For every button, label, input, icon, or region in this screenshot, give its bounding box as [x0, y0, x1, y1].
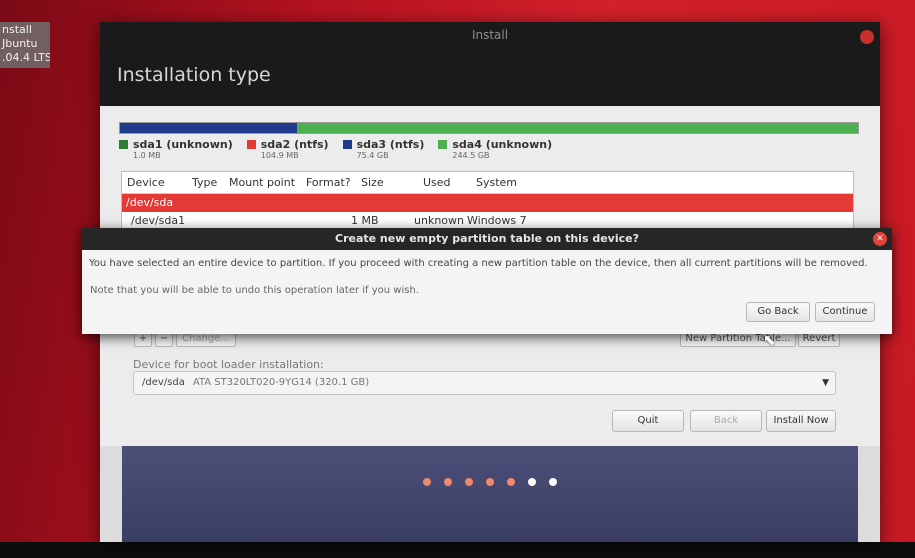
- column-header[interactable]: Format?: [301, 176, 356, 189]
- dialog-title: Create new empty partition table on this…: [335, 232, 639, 245]
- progress-footer: [122, 446, 858, 542]
- column-header[interactable]: System: [471, 176, 551, 189]
- column-header[interactable]: Mount point: [224, 176, 301, 189]
- column-header[interactable]: Size: [356, 176, 418, 189]
- dialog-message: You have selected an entire device to pa…: [89, 258, 868, 269]
- cell-device: /dev/sda1: [131, 214, 186, 227]
- partition-legend: sda1 (unknown) 1.0 MB sda2 (ntfs) 104.9 …: [119, 138, 552, 166]
- usage-segment-sda4: [297, 123, 858, 133]
- legend-swatch: [342, 140, 352, 149]
- window-title: Install: [471, 28, 509, 42]
- legend-name: sda1 (unknown): [133, 138, 233, 151]
- chevron-down-icon: ▼: [822, 378, 829, 388]
- column-header[interactable]: Type: [187, 176, 224, 189]
- legend-size: 244.5 GB: [452, 151, 490, 160]
- table-row[interactable]: /dev/sda1 1 MB unknown Windows 7: [122, 212, 853, 228]
- disk-usage-bar: [119, 122, 859, 134]
- progress-dot: [507, 478, 515, 486]
- legend-item: sda3 (ntfs) 75.4 GB: [342, 138, 425, 166]
- install-now-button[interactable]: Install Now: [766, 410, 836, 432]
- usage-segment-sda3: [120, 123, 298, 133]
- legend-item: sda4 (unknown) 244.5 GB: [438, 138, 552, 166]
- desktop-icon-label-line: Jbuntu: [2, 37, 38, 50]
- legend-swatch: [246, 140, 256, 149]
- progress-dot: [528, 478, 536, 486]
- boot-device-path: /dev/sda: [142, 377, 185, 388]
- desktop-bottom-bar: [0, 542, 915, 558]
- continue-button[interactable]: Continue: [815, 302, 875, 322]
- table-row-selected[interactable]: /dev/sda: [122, 194, 853, 212]
- go-back-button[interactable]: Go Back: [746, 302, 810, 322]
- window-close-icon[interactable]: [860, 30, 874, 44]
- install-ubuntu-desktop-icon[interactable]: nstall Jbuntu .04.4 LTS: [0, 22, 50, 68]
- legend-name: sda2 (ntfs): [260, 138, 329, 151]
- partition-table: Device Type Mount point Format? Size Use…: [121, 171, 854, 229]
- table-header: Device Type Mount point Format? Size Use…: [122, 172, 853, 194]
- dialog-close-icon[interactable]: ✕: [873, 232, 887, 246]
- legend-size: 75.4 GB: [356, 151, 389, 160]
- confirm-partition-table-dialog: Create new empty partition table on this…: [82, 228, 892, 334]
- legend-swatch: [119, 140, 128, 149]
- legend-size: 104.9 MB: [260, 151, 299, 160]
- dialog-note: Note that you will be able to undo this …: [90, 285, 419, 296]
- legend-swatch: [438, 140, 448, 149]
- boot-loader-select[interactable]: /dev/sda ATA ST320LT020-9YG14 (320.1 GB) …: [133, 371, 836, 395]
- desktop-icon-label-line: nstall: [2, 23, 32, 36]
- mouse-cursor-icon: ⬉: [763, 331, 776, 349]
- quit-button[interactable]: Quit: [612, 410, 684, 432]
- cell-system: Windows 7: [467, 214, 527, 227]
- progress-dot: [465, 478, 473, 486]
- cell-used: unknown: [414, 214, 464, 227]
- column-header[interactable]: Used: [418, 176, 471, 189]
- progress-dots: [122, 478, 858, 486]
- boot-loader-label: Device for boot loader installation:: [133, 358, 324, 371]
- column-header[interactable]: Device: [122, 176, 187, 189]
- back-button[interactable]: Back: [690, 410, 762, 432]
- dialog-header: Create new empty partition table on this…: [82, 228, 892, 250]
- progress-dot: [444, 478, 452, 486]
- legend-item: sda1 (unknown) 1.0 MB: [119, 138, 233, 166]
- legend-item: sda2 (ntfs) 104.9 MB: [246, 138, 329, 166]
- window-titlebar: Install Installation type: [100, 22, 880, 106]
- desktop-icon-label-line: .04.4 LTS: [2, 51, 50, 64]
- cell-size: 1 MB: [351, 214, 379, 227]
- progress-dot: [486, 478, 494, 486]
- boot-device-description: ATA ST320LT020-9YG14 (320.1 GB): [192, 377, 370, 388]
- progress-dot: [549, 478, 557, 486]
- legend-size: 1.0 MB: [133, 151, 161, 160]
- progress-dot: [423, 478, 431, 486]
- page-title: Installation type: [117, 64, 271, 86]
- legend-name: sda3 (ntfs): [356, 138, 425, 151]
- legend-name: sda4 (unknown): [452, 138, 553, 151]
